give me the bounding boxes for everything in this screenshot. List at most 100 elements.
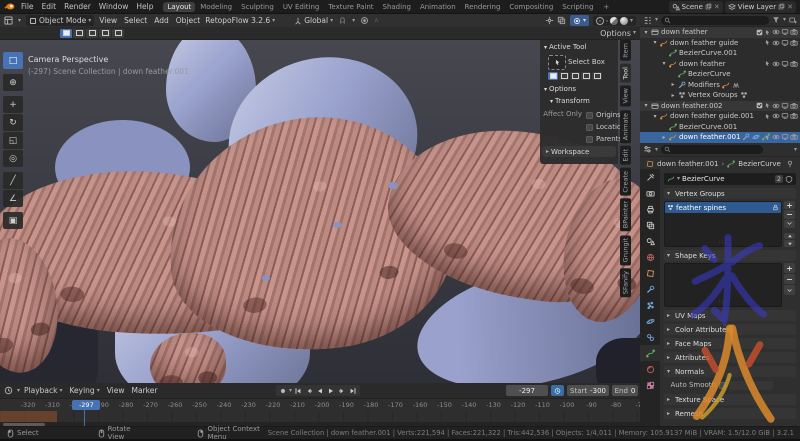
transform-tool-button[interactable]: ◎ — [3, 150, 23, 167]
workspace-tab-modeling[interactable]: Modeling — [196, 2, 236, 12]
vertex-groups-item[interactable]: feather spines — [665, 202, 781, 213]
snap-magnet-icon[interactable] — [338, 16, 347, 25]
properties-tab-physics[interactable] — [640, 313, 660, 329]
face-maps-panel-header[interactable]: ▸Face Maps — [664, 338, 796, 349]
view-layer-name[interactable]: View Layer — [738, 3, 776, 11]
properties-tab-output[interactable] — [640, 201, 660, 217]
workspace-tab-shading[interactable]: Shading — [379, 2, 415, 12]
expand-down-icon[interactable]: ▾ — [661, 60, 667, 67]
expand-down-icon[interactable]: ▾ — [652, 113, 658, 120]
scene-selector[interactable]: Scene ✕ — [669, 1, 723, 13]
scene-name[interactable]: Scene — [682, 3, 703, 11]
plus-button[interactable] — [784, 263, 795, 273]
sidebar-tab-grungit[interactable]: Grungit — [620, 235, 631, 265]
select-mode-intersect[interactable] — [592, 72, 602, 80]
remesh-panel-header[interactable]: ▸Remesh — [664, 408, 796, 419]
cursor-tool-button[interactable]: ⊕ — [3, 74, 23, 91]
properties-tab-scene[interactable] — [640, 233, 660, 249]
properties-filter-caret-icon[interactable]: ▾ — [794, 147, 797, 153]
viewport-menu-add[interactable]: Add — [154, 16, 169, 25]
disable-viewport-toggle-icon[interactable] — [781, 28, 789, 36]
options-panel-header[interactable]: ▾Options — [544, 85, 576, 93]
sidebar-tab-bpainter[interactable]: BPainter — [620, 198, 631, 231]
plus-button[interactable] — [784, 201, 795, 209]
properties-tab-particles[interactable] — [640, 297, 660, 313]
breadcrumb-object[interactable]: down feather.001 — [657, 160, 718, 168]
hide-viewport-toggle-icon[interactable] — [772, 60, 780, 68]
new-collection-icon[interactable] — [789, 16, 797, 24]
editor-type-icon[interactable] — [4, 16, 13, 25]
auto-smooth-angle-field[interactable] — [729, 381, 773, 390]
workspace-tab-animation[interactable]: Animation — [416, 2, 460, 12]
expand-down-icon[interactable]: ▾ — [643, 102, 649, 109]
menu-file[interactable]: File — [17, 2, 38, 11]
selectable-toggle-icon[interactable] — [764, 60, 771, 67]
menu-render[interactable]: Render — [60, 2, 95, 11]
workspace-tab-sculpting[interactable]: Sculpting — [237, 2, 278, 12]
sidebar-tab-create[interactable]: Create — [620, 168, 631, 196]
hide-viewport-toggle-icon[interactable] — [772, 28, 780, 36]
expand-down-icon[interactable]: ▾ — [643, 29, 649, 36]
auto-smooth-checkbox[interactable] — [719, 382, 726, 389]
expand-right-icon[interactable]: ▸ — [670, 81, 676, 88]
timeline-menu-marker[interactable]: Marker — [132, 386, 158, 395]
color-attributes-panel-header[interactable]: ▸Color Attributes — [664, 324, 796, 335]
unlink-scene-icon[interactable]: ✕ — [714, 3, 720, 11]
filter-icon[interactable] — [772, 16, 780, 24]
caret-down-button[interactable] — [784, 220, 795, 228]
exclude-checkbox-icon[interactable] — [756, 102, 763, 109]
outliner-row-BezierCurve[interactable]: BezierCurve — [640, 69, 800, 80]
vgroup-icon[interactable] — [740, 91, 748, 99]
viewport-menu-view[interactable]: View — [99, 16, 117, 25]
exclude-checkbox-icon[interactable] — [756, 29, 763, 36]
outliner-row-Vertex-Groups[interactable]: ▸Vertex Groups — [640, 90, 800, 101]
expand-right-icon[interactable]: ▸ — [670, 92, 676, 99]
hide-viewport-toggle-icon[interactable] — [772, 133, 780, 141]
workspace-tab-rendering[interactable]: Rendering — [461, 2, 505, 12]
select-mode-new[interactable] — [60, 29, 72, 38]
menu-help[interactable]: Help — [132, 2, 157, 11]
parents-checkbox[interactable] — [586, 136, 593, 143]
frame-end-field[interactable]: End0 — [612, 385, 638, 396]
move-up-button[interactable] — [784, 233, 795, 240]
properties-tab-data[interactable] — [640, 345, 660, 361]
select-mode-new[interactable] — [548, 72, 558, 80]
properties-tab-render[interactable] — [640, 185, 660, 201]
normals-panel-header[interactable]: ▾Normals — [664, 366, 796, 377]
outliner-row-BezierCurve-001[interactable]: BezierCurve.001 — [640, 48, 800, 59]
select-mode-subtract[interactable] — [86, 29, 98, 38]
screw-mod-icon[interactable] — [732, 81, 740, 89]
move-down-button[interactable] — [784, 240, 795, 247]
snap-caret-icon[interactable]: ▾ — [352, 18, 355, 24]
breadcrumb-data[interactable]: BezierCurve — [738, 160, 781, 168]
viewport-3d[interactable]: Camera Perspective (-297) Scene Collecti… — [0, 40, 640, 383]
tool-options-dropdown[interactable]: Options ▾ — [600, 29, 636, 38]
shading-caret-icon[interactable]: ▾ — [630, 18, 633, 24]
proportional-edit-icon[interactable] — [360, 16, 369, 25]
timeline-editor-caret-icon[interactable]: ▾ — [17, 388, 20, 394]
disable-viewport-toggle-icon[interactable] — [781, 133, 789, 141]
hide-viewport-toggle-icon[interactable] — [772, 39, 780, 47]
menu-window[interactable]: Window — [95, 2, 133, 11]
playhead-line[interactable] — [84, 409, 86, 426]
properties-tab-tool[interactable] — [640, 169, 660, 185]
remove-layer-icon[interactable]: ✕ — [787, 3, 793, 11]
new-layer-icon[interactable] — [778, 3, 785, 10]
select-mode-subtract[interactable] — [570, 72, 580, 80]
uv-maps-panel-header[interactable]: ▸UV Maps — [664, 310, 796, 321]
sidebar-tab-view[interactable]: View — [620, 85, 631, 106]
shape-keys-panel-header[interactable]: ▾Shape Keys — [664, 250, 796, 261]
properties-tab-material[interactable] — [640, 361, 660, 377]
disable-render-toggle-icon[interactable] — [790, 112, 798, 120]
select-mode-invert[interactable] — [581, 72, 591, 80]
outliner-row-BezierCurve-001[interactable]: BezierCurve.001 — [640, 122, 800, 133]
properties-tab-modifiers[interactable] — [640, 281, 660, 297]
properties-search-input[interactable] — [661, 145, 763, 154]
origins-checkbox[interactable] — [586, 112, 593, 119]
workspace-tab-scripting[interactable]: Scripting — [558, 2, 597, 12]
show-gizmo-icon[interactable] — [545, 16, 554, 25]
disable-viewport-toggle-icon[interactable] — [781, 60, 789, 68]
timeline-editor-icon[interactable] — [4, 386, 13, 395]
disable-render-toggle-icon[interactable] — [790, 102, 798, 110]
disable-render-toggle-icon[interactable] — [790, 39, 798, 47]
